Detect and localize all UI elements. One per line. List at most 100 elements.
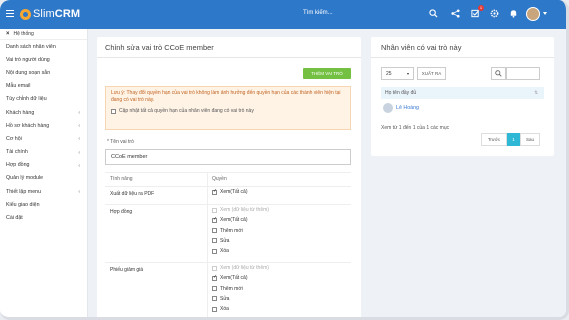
warning-text: Lưu ý: Thay đổi quyền hạn của vai trò kh…	[111, 90, 341, 103]
staff-search-input[interactable]	[506, 67, 540, 80]
permission-checkbox[interactable]	[212, 216, 217, 223]
chevron-left-icon: ‹	[78, 149, 80, 156]
permission-label: Sửa	[220, 295, 230, 302]
close-icon[interactable]: ×	[6, 31, 10, 37]
title-divider	[371, 57, 554, 58]
permission-option: Xem (dữ liệu từ thêm)	[212, 265, 269, 271]
chevron-left-icon: ‹	[78, 123, 80, 130]
permission-option: Sửa	[212, 238, 229, 244]
sidebar-item[interactable]: Hợp đồng ‹	[0, 159, 87, 172]
sidebar-item[interactable]: Quản lý module	[0, 172, 87, 185]
sidebar-item[interactable]: Tùy chỉnh dữ liệu	[0, 93, 87, 106]
permission-checkbox	[212, 207, 217, 213]
role-name-input[interactable]: CCoE member	[105, 149, 351, 165]
share-icon[interactable]	[450, 9, 460, 19]
chevron-left-icon: ‹	[78, 162, 80, 169]
permission-checkbox[interactable]	[212, 296, 217, 302]
sidebar-header[interactable]: × Hệ thống	[0, 29, 87, 40]
sidebar-item-label: Kiểu giao diện	[6, 201, 40, 208]
staff-name-link[interactable]: Lê Hoàng	[396, 105, 419, 111]
role-name-label: * Tên vai trò	[107, 139, 134, 145]
global-search-input[interactable]: Tìm kiếm...	[303, 10, 333, 16]
logo-gear-icon	[20, 8, 31, 20]
staff-panel-title: Nhân viên có vai trò này	[381, 43, 462, 52]
sidebar-item[interactable]: Nội dung soạn sẵn	[0, 66, 87, 79]
permission-option: Xóa	[212, 248, 229, 254]
settings-icon[interactable]	[489, 9, 499, 19]
permission-label: Xem(Tất cả)	[220, 189, 248, 195]
sort-icon[interactable]: ⇅	[534, 90, 538, 96]
app-logo[interactable]: SlimCRM	[20, 8, 80, 20]
chevron-left-icon: ‹	[78, 189, 80, 196]
sidebar-item-label: Khách hàng	[6, 109, 35, 116]
menu-toggle-icon[interactable]	[6, 10, 14, 17]
update-all-row: Cập nhật tất cả quyền hạn của nhân viên …	[111, 108, 345, 115]
sidebar-item-label: Quản lý module	[6, 175, 44, 182]
permission-checkbox[interactable]	[212, 274, 217, 281]
chevron-left-icon: ‹	[78, 109, 80, 116]
sidebar-menu: Danh sách nhân viên Vai trò người dùng Nội…	[0, 40, 87, 225]
update-all-checkbox[interactable]	[111, 109, 116, 114]
permission-label: Xóa	[220, 248, 229, 255]
table-column-divider	[207, 172, 208, 317]
chevron-down-icon[interactable]	[543, 12, 547, 15]
sidebar-item[interactable]: Danh sách nhân viên	[0, 40, 87, 53]
sidebar-item[interactable]: Hồ sơ khách hàng ‹	[0, 119, 87, 132]
user-avatar[interactable]	[526, 7, 540, 21]
table-row-divider	[105, 204, 351, 205]
update-all-label: Cập nhật tất cả quyền hạn của nhân viên …	[119, 108, 254, 114]
table-info-text: Xem từ 1 đến 1 của 1 các mục	[381, 125, 450, 131]
permission-label: Xem(Tất cả)	[220, 275, 248, 282]
notification-badge: 1	[478, 5, 484, 11]
sidebar-item[interactable]: Khách hàng ‹	[0, 106, 87, 119]
permission-option: Thêm mới	[212, 286, 243, 292]
permission-label: Xem (dữ liệu từ thêm)	[220, 207, 269, 213]
sidebar-header-label: Hệ thống	[13, 31, 34, 37]
col-fullname-header[interactable]: Họ tên đầy đủ	[385, 90, 416, 96]
chevron-down-icon: ▾	[406, 71, 409, 76]
page-size-value: 25	[386, 70, 392, 77]
permission-option: Xóa	[212, 306, 229, 312]
tasks-icon[interactable]: 1	[470, 5, 484, 19]
sidebar-item[interactable]: Cài đặt	[0, 211, 87, 224]
permission-label: Xóa	[220, 306, 229, 313]
sidebar-item[interactable]: Thiết lập menu ‹	[0, 185, 87, 198]
permission-option: Sửa	[212, 296, 229, 302]
sidebar-item-label: Cài đặt	[6, 215, 23, 222]
permission-checkbox[interactable]	[212, 306, 217, 312]
permission-option: Xem(Tất cả)	[212, 274, 248, 282]
bell-icon[interactable]	[508, 9, 518, 19]
permission-checkbox[interactable]	[212, 228, 217, 234]
table-border	[105, 186, 351, 187]
export-button[interactable]: XUẤT RA	[417, 67, 446, 80]
sidebar-item[interactable]: Cơ hội ‹	[0, 132, 87, 145]
search-icon[interactable]	[428, 9, 438, 19]
sidebar: × Hệ thống Danh sách nhân viên Vai trò ng…	[0, 29, 88, 317]
permission-option: Xem (dữ liệu từ thêm)	[212, 207, 269, 213]
pagination-page-1[interactable]: 1	[507, 133, 520, 146]
sidebar-item[interactable]: Vai trò người dùng	[0, 53, 87, 66]
sidebar-item[interactable]: Tài chính ‹	[0, 146, 87, 159]
add-role-button[interactable]: THÊM VAI TRÒ	[303, 68, 351, 79]
sidebar-item[interactable]: Kiểu giao diện	[0, 198, 87, 211]
search-button[interactable]	[491, 67, 506, 80]
sidebar-item-label: Hợp đồng	[6, 162, 30, 169]
permission-label: Xem(Tất cả)	[220, 217, 248, 224]
pagination-prev[interactable]: Trước	[481, 133, 507, 146]
chevron-left-icon: ‹	[78, 136, 80, 143]
sidebar-item[interactable]: Mẫu email	[0, 80, 87, 93]
sidebar-item-label: Nội dung soạn sẵn	[6, 69, 51, 76]
sidebar-item-label: Tùy chỉnh dữ liệu	[6, 96, 47, 103]
permission-label: Thêm mới	[220, 227, 243, 234]
feature-name: Xuất dữ liệu ra PDF	[110, 191, 155, 197]
permission-label: Sửa	[220, 237, 230, 244]
app-window: SlimCRM Tìm kiếm... 1 × Hệ thống Danh sá…	[0, 0, 569, 320]
page-size-select[interactable]: 25 ▾	[381, 67, 414, 80]
permission-checkbox[interactable]	[212, 248, 217, 254]
permission-checkbox[interactable]	[212, 188, 217, 195]
permission-checkbox[interactable]	[212, 238, 217, 244]
pagination-next[interactable]: Sau	[520, 133, 540, 146]
permission-label: Xem (dữ liệu từ thêm)	[220, 265, 269, 271]
permission-checkbox[interactable]	[212, 286, 217, 292]
sidebar-item-label: Vai trò người dùng	[6, 56, 50, 63]
